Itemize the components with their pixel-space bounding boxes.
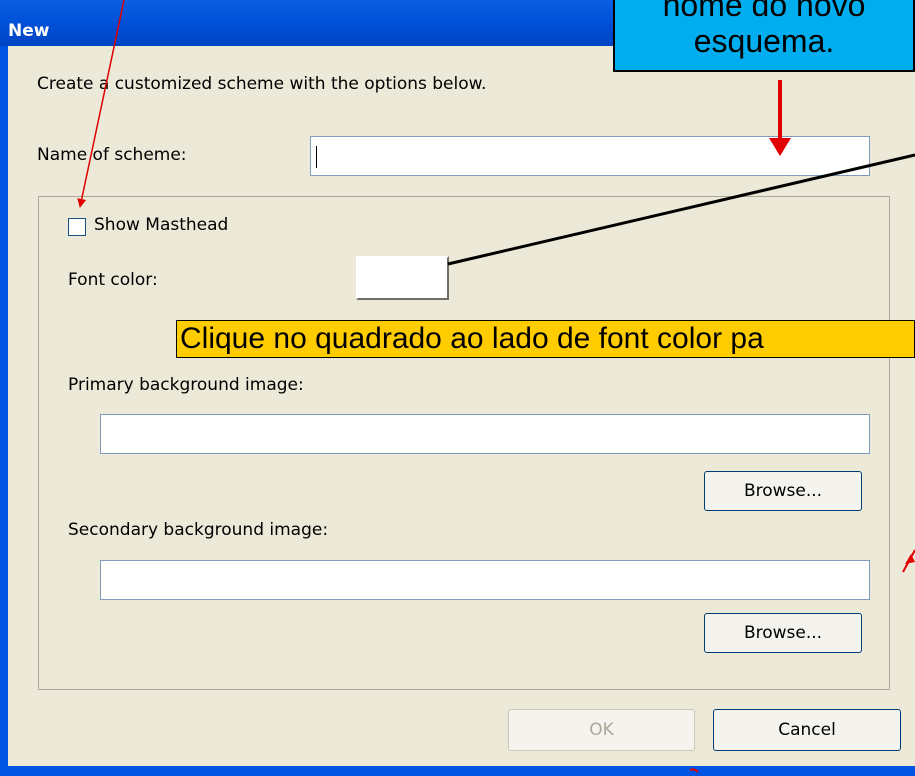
side-arrowhead: [905, 554, 915, 564]
bottom-arrow-fragment: [689, 768, 699, 773]
name-field-arrowhead: [769, 138, 791, 156]
annotation-arrows: [77, 0, 915, 773]
checkbox-arrow: [77, 0, 125, 208]
swatch-pointer-line: [447, 153, 915, 266]
